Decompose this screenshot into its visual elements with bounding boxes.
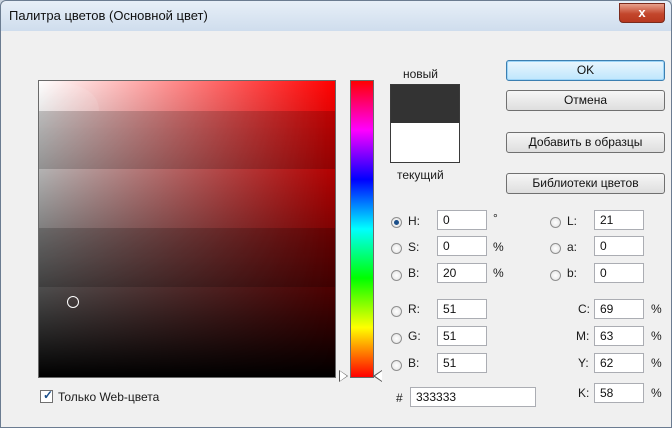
new-color-swatch <box>391 85 459 123</box>
web-colors-label: Только Web-цвета <box>58 390 160 404</box>
hue-slider-handle-left[interactable] <box>340 371 347 381</box>
web-colors-checkbox[interactable]: ✓ <box>40 388 54 403</box>
color-swatch <box>390 84 460 163</box>
hue-unit: ° <box>493 211 498 225</box>
red-input[interactable]: 51 <box>437 299 487 319</box>
magenta-label: M: <box>576 329 590 343</box>
yellow-label: Y: <box>578 356 589 370</box>
title-bar: Палитра цветов (Основной цвет) x <box>1 1 671 31</box>
lab-l-label: L: <box>567 214 578 228</box>
close-button[interactable]: x <box>619 3 665 23</box>
radio-brightness[interactable] <box>391 270 402 281</box>
radio-blue[interactable] <box>391 360 402 371</box>
new-color-label: новый <box>403 67 439 81</box>
radio-lab-b[interactable] <box>550 270 561 281</box>
green-label: G: <box>408 329 421 343</box>
cyan-label: C: <box>578 302 590 316</box>
radio-hue[interactable] <box>391 217 402 228</box>
hex-input[interactable]: 333333 <box>410 387 536 407</box>
red-label: R: <box>408 302 420 316</box>
black-input[interactable]: 58 <box>594 383 644 403</box>
hex-label: # <box>396 391 403 405</box>
green-input[interactable]: 51 <box>437 326 487 346</box>
lab-b-label: b: <box>567 266 578 280</box>
hue-slider-handle-right[interactable] <box>375 371 382 381</box>
brightness-label: B: <box>408 266 420 280</box>
lab-a-label: a: <box>567 240 578 254</box>
saturation-input[interactable]: 0 <box>437 236 487 256</box>
blue-input[interactable]: 51 <box>437 353 487 373</box>
brightness-unit: % <box>493 266 504 280</box>
add-to-swatches-button[interactable]: Добавить в образцы <box>506 132 665 153</box>
current-color-label: текущий <box>397 168 444 182</box>
saturation-label: S: <box>408 240 420 254</box>
color-field-cursor[interactable] <box>67 296 79 308</box>
ok-button[interactable]: OK <box>506 60 665 81</box>
window-title: Палитра цветов (Основной цвет) <box>9 8 208 23</box>
color-field[interactable] <box>38 80 336 378</box>
color-field-gradient <box>39 81 335 377</box>
blue-label: B: <box>408 356 420 370</box>
current-color-swatch[interactable] <box>391 123 459 162</box>
radio-lab-a[interactable] <box>550 243 561 254</box>
yellow-unit: % <box>651 356 662 370</box>
cyan-input[interactable]: 69 <box>594 299 644 319</box>
lab-b-input[interactable]: 0 <box>594 263 644 283</box>
radio-red[interactable] <box>391 306 402 317</box>
radio-saturation[interactable] <box>391 243 402 254</box>
checkmark-icon: ✓ <box>43 388 54 402</box>
magenta-input[interactable]: 63 <box>594 326 644 346</box>
close-icon: x <box>638 5 646 20</box>
color-libraries-button[interactable]: Библиотеки цветов <box>506 173 665 194</box>
black-unit: % <box>651 386 662 400</box>
magenta-unit: % <box>651 329 662 343</box>
lab-l-input[interactable]: 21 <box>594 210 644 230</box>
hue-input[interactable]: 0 <box>437 210 487 230</box>
yellow-input[interactable]: 62 <box>594 353 644 373</box>
radio-lab-l[interactable] <box>550 217 561 228</box>
cyan-unit: % <box>651 302 662 316</box>
cancel-button[interactable]: Отмена <box>506 90 665 111</box>
brightness-input[interactable]: 20 <box>437 263 487 283</box>
hue-slider[interactable] <box>350 80 374 378</box>
saturation-unit: % <box>493 240 504 254</box>
hue-label: H: <box>408 214 420 228</box>
lab-a-input[interactable]: 0 <box>594 236 644 256</box>
radio-green[interactable] <box>391 333 402 344</box>
black-label: K: <box>578 386 590 400</box>
